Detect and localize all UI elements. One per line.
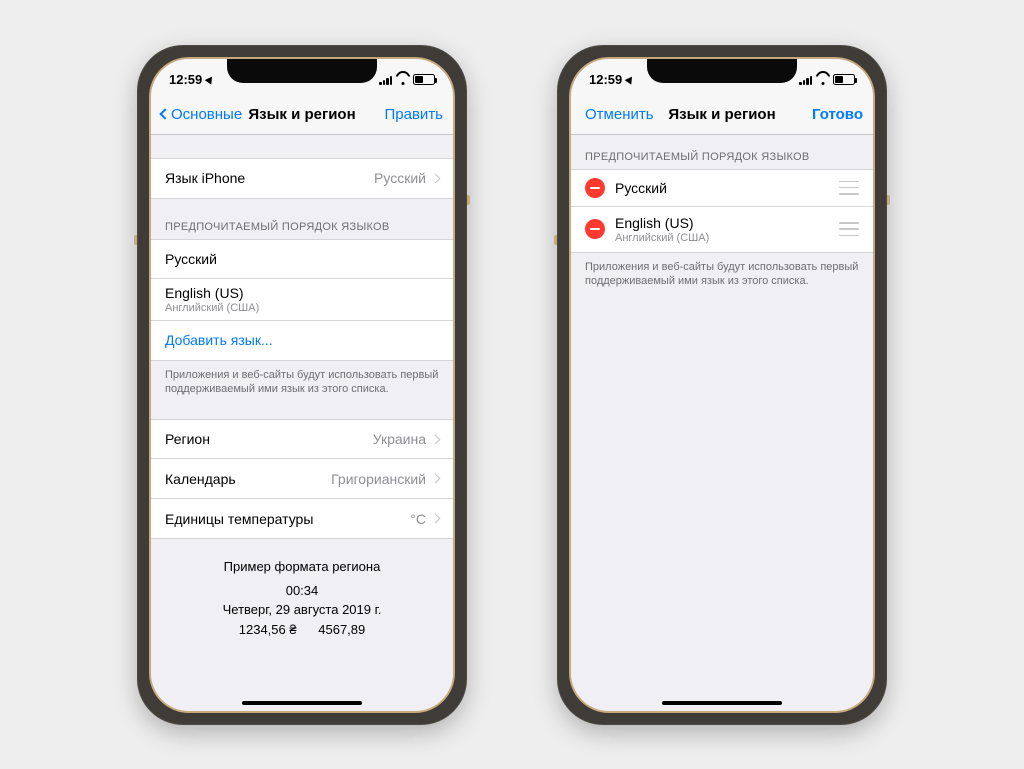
example-date: Четверг, 29 августа 2019 г.	[165, 600, 439, 620]
language-edit-row[interactable]: English (US) Английский (США)	[571, 207, 873, 253]
row-sublabel: Английский (США)	[615, 232, 829, 244]
navbar: Отменить Язык и регион Готово	[571, 95, 873, 135]
status-time: 12:59	[169, 72, 202, 87]
cell-signal-icon	[799, 75, 812, 85]
row-label: English (US)	[165, 285, 244, 301]
region-row[interactable]: Регион Украина	[151, 419, 453, 459]
preferred-languages-header: ПРЕДПОЧИТАЕМЫЙ ПОРЯДОК ЯЗЫКОВ	[151, 199, 453, 239]
phone-left: 12:59 Основные Язык и регион Править Язы…	[137, 45, 467, 725]
chevron-right-icon	[431, 514, 441, 524]
row-value: Украина	[373, 431, 426, 447]
chevron-right-icon	[431, 474, 441, 484]
chevron-right-icon	[431, 434, 441, 444]
delete-icon[interactable]	[585, 219, 605, 239]
home-indicator[interactable]	[242, 701, 362, 705]
row-label: Русский	[615, 180, 829, 196]
row-label: Календарь	[165, 471, 236, 487]
section-footer: Приложения и веб-сайты будут использоват…	[571, 253, 873, 290]
status-time: 12:59	[589, 72, 622, 87]
notch	[647, 59, 797, 83]
row-label: Добавить язык...	[165, 332, 273, 348]
delete-icon[interactable]	[585, 178, 605, 198]
chevron-left-icon	[159, 108, 170, 119]
iphone-language-row[interactable]: Язык iPhone Русский	[151, 159, 453, 199]
back-label: Основные	[171, 106, 242, 123]
home-indicator[interactable]	[662, 701, 782, 705]
wifi-icon	[816, 75, 829, 85]
language-row[interactable]: Русский	[151, 239, 453, 279]
reorder-handle-icon[interactable]	[839, 181, 859, 195]
example-numbers: 1234,56 ₴ 4567,89	[165, 620, 439, 640]
row-value: Русский	[374, 170, 426, 186]
language-row[interactable]: English (US) Английский (США)	[151, 279, 453, 321]
location-icon	[625, 74, 636, 84]
row-sublabel: Английский (США)	[165, 302, 259, 314]
example-time: 00:34	[165, 581, 439, 601]
notch	[227, 59, 377, 83]
wifi-icon	[396, 75, 409, 85]
row-label: Регион	[165, 431, 210, 447]
row-label: Русский	[165, 251, 217, 267]
row-label: Язык iPhone	[165, 170, 245, 186]
row-value: °C	[410, 511, 426, 527]
reorder-handle-icon[interactable]	[839, 222, 859, 236]
calendar-row[interactable]: Календарь Григорианский	[151, 459, 453, 499]
phone-right: 12:59 Отменить Язык и регион Готово ПРЕД…	[557, 45, 887, 725]
content-scroll[interactable]: Язык iPhone Русский ПРЕДПОЧИТАЕМЫЙ ПОРЯД…	[151, 135, 453, 711]
chevron-right-icon	[431, 173, 441, 183]
region-format-example: Пример формата региона 00:34 Четверг, 29…	[151, 539, 453, 657]
row-label: English (US)	[615, 215, 829, 231]
done-button[interactable]: Готово	[812, 106, 863, 123]
back-button[interactable]: Основные	[161, 106, 242, 123]
cancel-button[interactable]: Отменить	[581, 106, 654, 123]
row-label: Единицы температуры	[165, 511, 313, 527]
edit-button[interactable]: Править	[385, 106, 444, 123]
preferred-languages-header: ПРЕДПОЧИТАЕМЫЙ ПОРЯДОК ЯЗЫКОВ	[571, 135, 873, 169]
battery-icon	[413, 74, 435, 85]
example-title: Пример формата региона	[165, 557, 439, 577]
temperature-units-row[interactable]: Единицы температуры °C	[151, 499, 453, 539]
battery-icon	[833, 74, 855, 85]
content-scroll[interactable]: ПРЕДПОЧИТАЕМЫЙ ПОРЯДОК ЯЗЫКОВ Русский En…	[571, 135, 873, 711]
navbar: Основные Язык и регион Править	[151, 95, 453, 135]
row-value: Григорианский	[331, 471, 426, 487]
location-icon	[205, 74, 216, 84]
section-footer: Приложения и веб-сайты будут использоват…	[151, 361, 453, 398]
language-edit-row[interactable]: Русский	[571, 169, 873, 207]
cell-signal-icon	[379, 75, 392, 85]
add-language-button[interactable]: Добавить язык...	[151, 321, 453, 361]
